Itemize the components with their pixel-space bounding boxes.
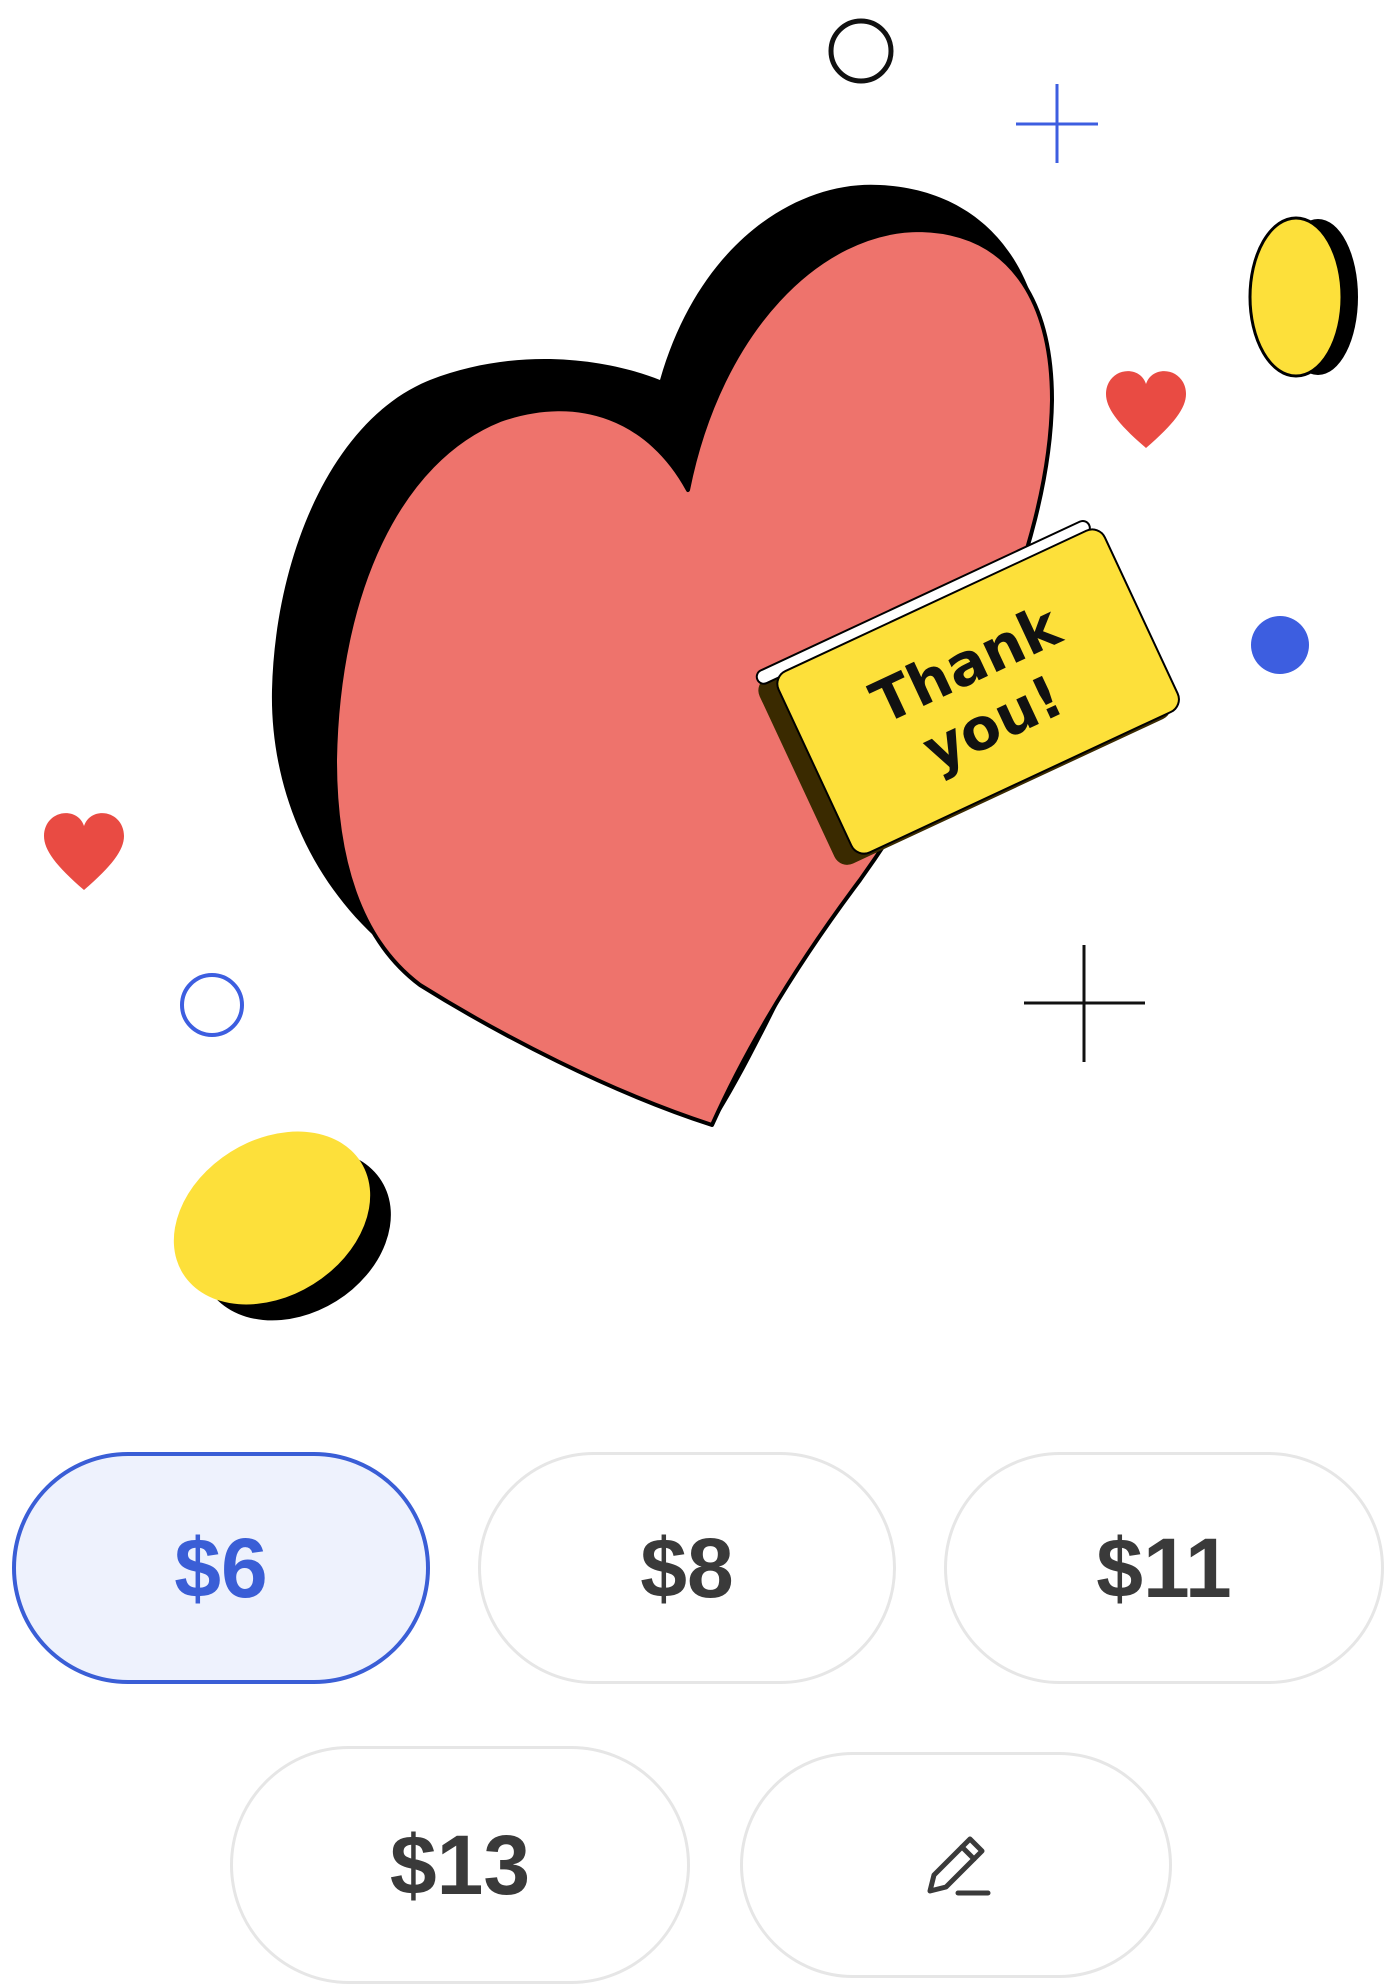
- amount-option-8-button[interactable]: $8: [478, 1452, 896, 1684]
- outline-circle-left: [180, 973, 244, 1037]
- coin-top-right: [1248, 216, 1358, 378]
- amount-option-6-label: $6: [174, 1520, 268, 1615]
- amount-option-6-button[interactable]: $6: [12, 1452, 430, 1684]
- small-heart-left: [44, 813, 124, 890]
- small-heart-right: [1106, 371, 1186, 448]
- amount-option-11-button[interactable]: $11: [944, 1452, 1384, 1684]
- amount-option-8-label: $8: [640, 1520, 734, 1615]
- custom-amount-button[interactable]: [740, 1752, 1172, 1978]
- blue-dot: [1251, 616, 1309, 674]
- amount-option-13-button[interactable]: $13: [230, 1746, 690, 1984]
- sparkle-blue: [1016, 84, 1098, 163]
- amount-option-13-label: $13: [389, 1817, 531, 1912]
- pencil-icon: [918, 1827, 994, 1903]
- coin-bottom-left: [173, 1131, 391, 1321]
- sparkle-dark: [1024, 945, 1145, 1062]
- outline-circle-top: [828, 18, 894, 84]
- thank-you-illustration: Thank you!: [0, 0, 1386, 1400]
- amount-option-11-label: $11: [1096, 1520, 1232, 1615]
